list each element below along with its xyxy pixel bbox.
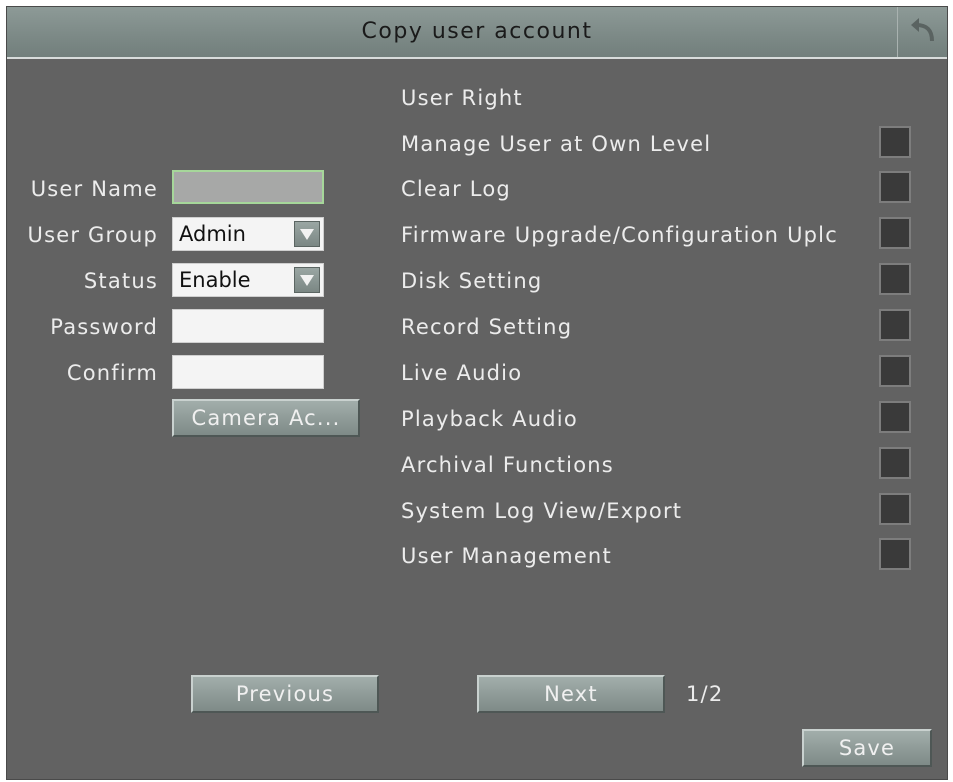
password-input[interactable] <box>172 309 324 343</box>
status-value: Enable <box>179 268 251 292</box>
checkbox-clear-log[interactable] <box>879 171 911 203</box>
right-label-user-management: User Management <box>401 544 612 568</box>
previous-button[interactable]: Previous <box>191 675 379 713</box>
chevron-down-icon[interactable] <box>294 267 320 293</box>
title-bar: Copy user account <box>7 7 947 59</box>
right-label-record-setting: Record Setting <box>401 315 573 339</box>
status-select[interactable]: Enable <box>172 263 324 297</box>
checkbox-user-management[interactable] <box>879 538 911 570</box>
confirm-password-input[interactable] <box>172 355 324 389</box>
checkbox-live-audio[interactable] <box>879 355 911 387</box>
chevron-down-icon[interactable] <box>294 221 320 247</box>
checkbox-archival-functions[interactable] <box>879 447 911 479</box>
back-arrow-icon <box>908 17 938 47</box>
user-name-input[interactable] <box>172 170 324 204</box>
checkbox-system-log-view-export[interactable] <box>879 493 911 525</box>
right-label-playback-audio: Playback Audio <box>401 407 578 431</box>
confirm-label: Confirm <box>66 361 158 385</box>
window-title: Copy user account <box>361 19 593 44</box>
page-indicator: 1/2 <box>686 682 724 706</box>
right-label-manage-user-own-level: Manage User at Own Level <box>401 132 712 156</box>
user-group-select[interactable]: Admin <box>172 217 324 251</box>
save-button[interactable]: Save <box>802 729 932 767</box>
checkbox-firmware-upgrade[interactable] <box>879 217 911 249</box>
right-label-clear-log: Clear Log <box>401 177 511 201</box>
copy-user-account-window: Copy user account User Name User Group A… <box>6 6 948 780</box>
user-right-header: User Right <box>401 86 523 110</box>
right-label-firmware-upgrade: Firmware Upgrade/Configuration Uplc <box>401 223 838 247</box>
camera-access-button[interactable]: Camera Ac... <box>172 399 360 437</box>
next-button[interactable]: Next <box>477 675 665 713</box>
password-label: Password <box>50 315 158 339</box>
user-group-label: User Group <box>27 223 158 247</box>
status-label: Status <box>83 269 158 293</box>
right-label-disk-setting: Disk Setting <box>401 269 543 293</box>
checkbox-manage-user-own-level[interactable] <box>879 126 911 158</box>
right-label-system-log-view-export: System Log View/Export <box>401 499 683 523</box>
checkbox-record-setting[interactable] <box>879 309 911 341</box>
user-group-value: Admin <box>179 222 246 246</box>
right-label-live-audio: Live Audio <box>401 361 523 385</box>
checkbox-playback-audio[interactable] <box>879 401 911 433</box>
checkbox-disk-setting[interactable] <box>879 263 911 295</box>
right-label-archival-functions: Archival Functions <box>401 453 614 477</box>
user-name-label: User Name <box>30 177 158 201</box>
back-button[interactable] <box>897 7 947 57</box>
